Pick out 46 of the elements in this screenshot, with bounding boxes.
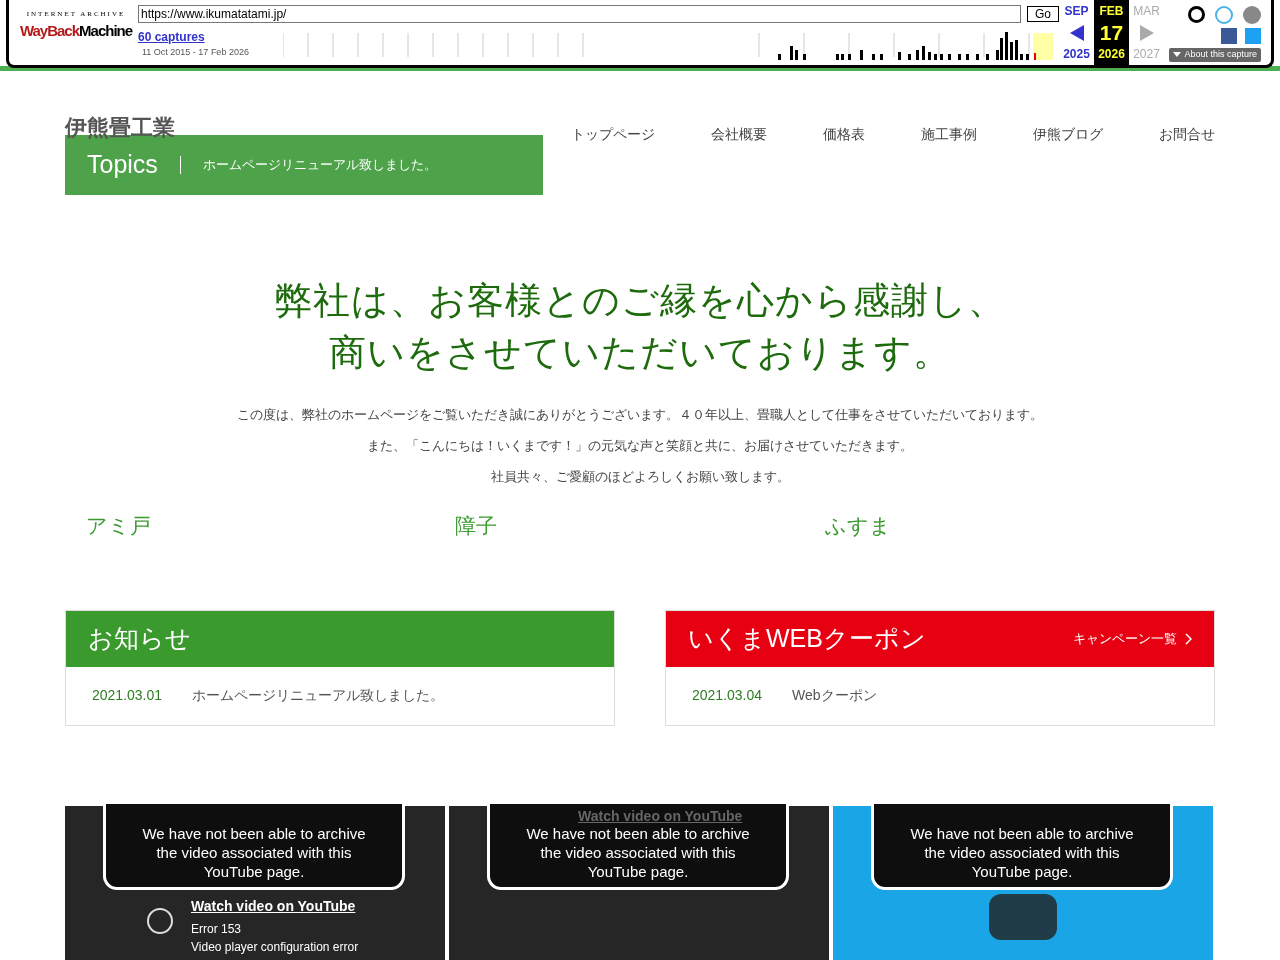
hero-heading: 弊社は、お客様とのご縁を心から感謝し、 (273, 279, 1007, 323)
wayback-logo[interactable]: WayBackMachine (19, 19, 133, 42)
url-field[interactable]: https://www.ikumatatami.jp/ (138, 5, 1021, 23)
error-icon (147, 907, 173, 934)
news-date: 2021.03.01 (92, 686, 163, 705)
next-arrow-icon[interactable] (1139, 24, 1154, 41)
about-capture-button[interactable]: About this capture (1169, 48, 1261, 62)
archive-notice: We have not been able to archive the video associated with this YouTube page. (871, 803, 1173, 890)
service-link[interactable]: 障子 (455, 510, 825, 542)
nav-link[interactable]: 伊熊ブログ (1033, 124, 1103, 145)
nav-link[interactable]: 価格表 (823, 124, 865, 145)
nav-link[interactable]: 施工事例 (921, 124, 977, 145)
campaign-link[interactable]: キャンペーン一覧 (1073, 628, 1192, 649)
hero-heading: 商いをさせていただいております。 (328, 331, 952, 375)
error-code: Error 153 (191, 920, 243, 938)
nav-link[interactable]: トップページ (571, 124, 655, 145)
caret-icon (1173, 52, 1182, 58)
month-label: SEP (1064, 3, 1089, 20)
panel-title: お知らせ (88, 622, 191, 654)
archive-notice: We have not been able to archive the video associated with this YouTube page. (103, 803, 405, 890)
year-label: 2026 (1098, 46, 1125, 63)
calendar-month[interactable]: FEB 17 2026 (1094, 0, 1129, 65)
nav-link[interactable]: お問合せ (1159, 124, 1215, 145)
month-label: MAR (1133, 3, 1160, 20)
service-link[interactable]: ふすま (824, 510, 1194, 542)
error-detail: Video player configuration error (191, 938, 359, 956)
date-range: 11 Oct 2015 - 17 Feb 2026 (141, 46, 250, 59)
day-label: 17 (1099, 21, 1124, 44)
intro-paragraph: 社員共々、ご愛顧のほどよろしくお願い致します。 (489, 468, 791, 486)
chevron-right-icon (1185, 632, 1192, 645)
intro-paragraph: また、「こんにちは！いくまです！」の元気な声と笑顔と共に、お届けさせていただきます。 (366, 437, 914, 455)
year-label: 2025 (1063, 46, 1090, 63)
intro-paragraph: この度は、弊社のホームページをご覧いただき誠にありがとうございます。４０年以上、畳職人として仕事をさせていただいております。 (236, 406, 1044, 424)
year-label: 2027 (1133, 46, 1160, 63)
go-button[interactable]: Go (1027, 6, 1059, 22)
news-title[interactable]: ホームページリニューアル致しました。 (192, 685, 445, 706)
news-title[interactable]: Webクーポン (792, 685, 877, 706)
nav-link[interactable]: 会社概要 (711, 124, 767, 145)
month-label: FEB (1099, 3, 1124, 20)
panel-title: いくまWEBクーポン (688, 622, 926, 654)
captures-link[interactable]: 60 captures (138, 28, 1059, 46)
watch-link[interactable]: Watch video on YouTube (191, 895, 359, 917)
topics-label: Topics (87, 149, 158, 181)
play-button[interactable] (989, 893, 1057, 940)
news-date: 2021.03.04 (692, 686, 763, 705)
service-link[interactable]: アミ戸 (86, 510, 456, 542)
